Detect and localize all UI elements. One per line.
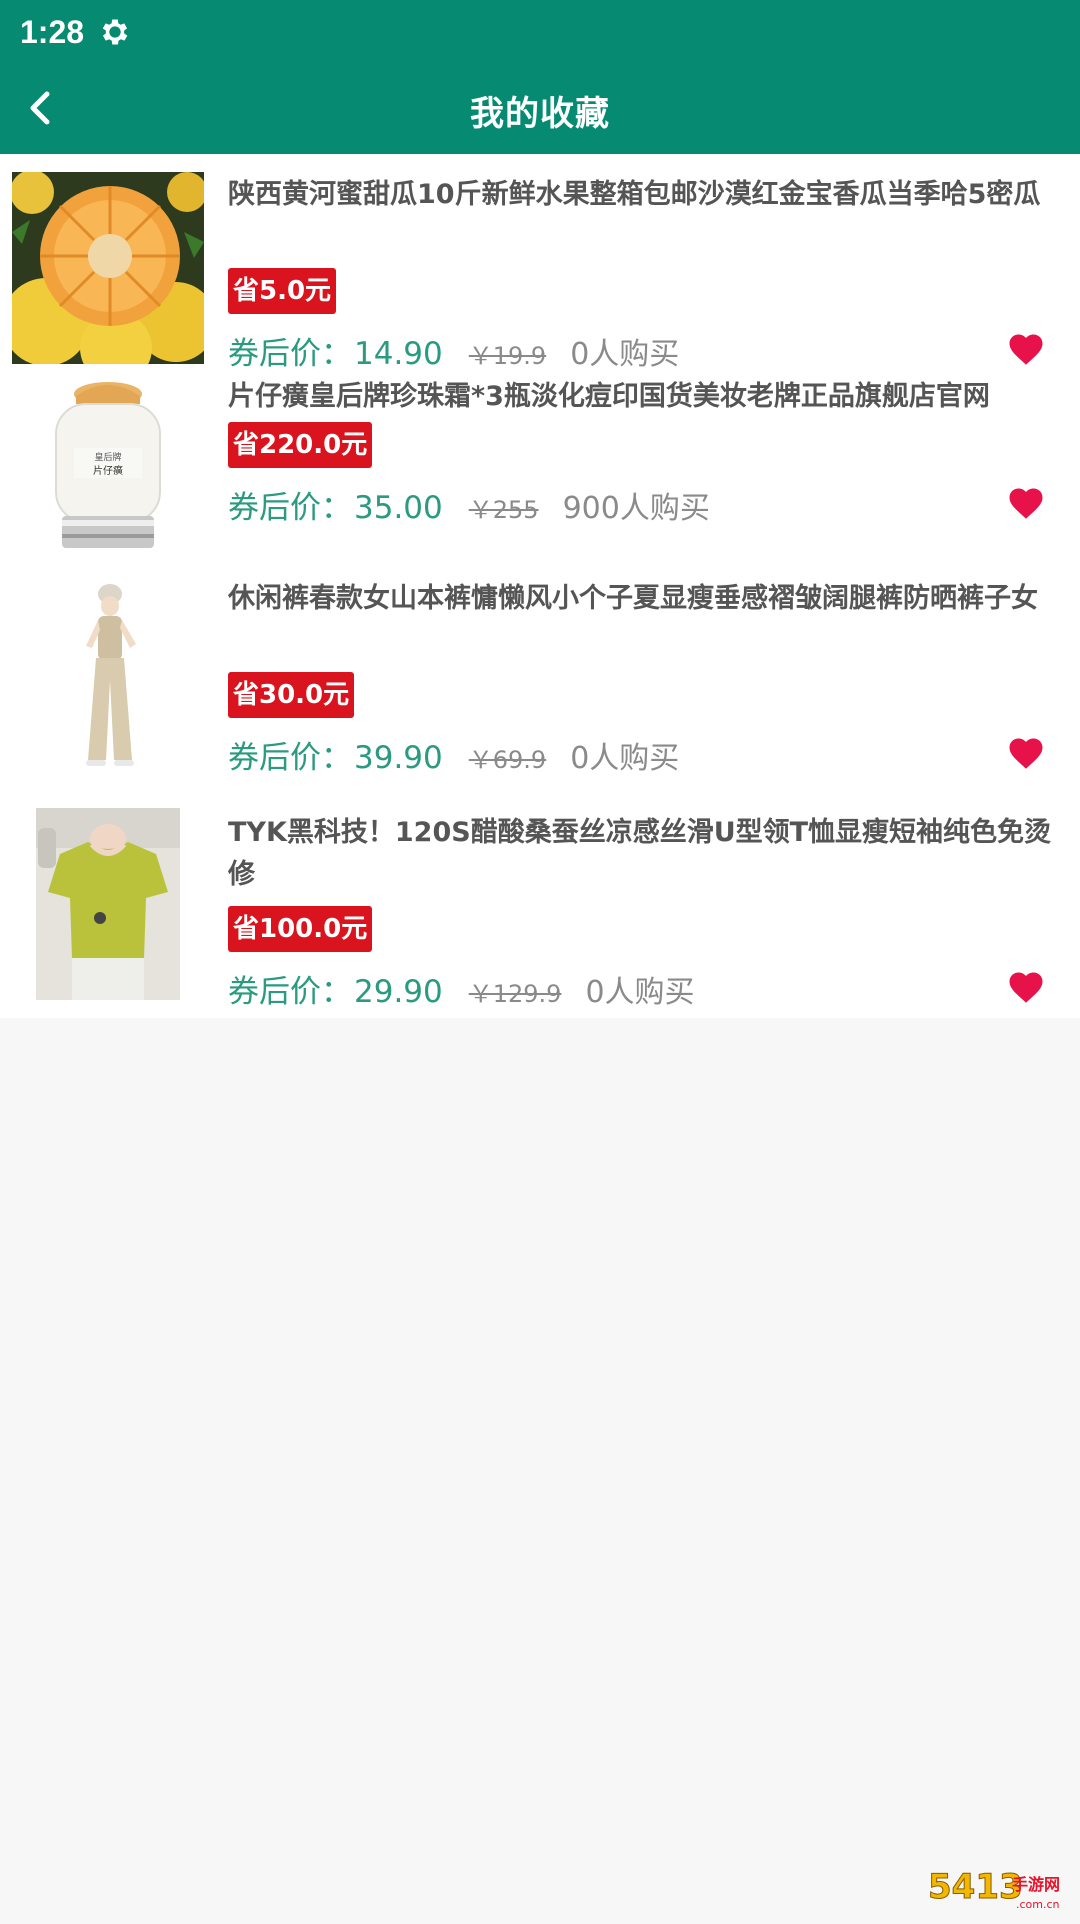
original-price: ￥69.9 (468, 746, 547, 774)
heart-icon[interactable] (1008, 736, 1044, 770)
list-item[interactable]: 休闲裤春款女山本裤慵懒风小个子夏显瘦垂感褶皱阔腿裤防晒裤子女 省30.0元 券后… (0, 558, 1080, 802)
buyers-count: 900人购买 (562, 491, 710, 526)
cream-jar-image: 皇后牌 片仔癀 (36, 378, 180, 554)
price-row: 券后价： 39.90 ￥69.9 0人购买 (228, 732, 679, 776)
item-title[interactable]: 休闲裤春款女山本裤慵懒风小个子夏显瘦垂感褶皱阔腿裤防晒裤子女 (228, 578, 1058, 620)
list-item[interactable]: 皇后牌 片仔癀 片仔癀皇后牌珍珠霜*3瓶淡化痘印国货美妆老牌正品旗舰店官网 省2… (0, 356, 1080, 558)
svg-text:手游网: 手游网 (1012, 1875, 1060, 1894)
item-title[interactable]: 陕西黄河蜜甜瓜10斤新鲜水果整箱包邮沙漠红金宝香瓜当季哈5密瓜 (228, 174, 1058, 216)
original-price: ￥255 (468, 496, 539, 524)
status-time: 1:28 (20, 13, 85, 50)
list-item[interactable]: TYK黑科技！120S醋酸桑蚕丝凉感丝滑U型领T恤显瘦短袖纯色免烫修 省100.… (0, 802, 1080, 1018)
page-title: 我的收藏 (470, 94, 610, 134)
save-badge: 省220.0元 (228, 422, 373, 468)
buyers-count: 0人购买 (585, 975, 695, 1010)
svg-text:皇后牌: 皇后牌 (94, 451, 121, 463)
app-bar: 我的收藏 (0, 64, 1080, 154)
heart-icon[interactable] (1008, 970, 1044, 1004)
tshirt-image (36, 808, 180, 1000)
item-title[interactable]: 片仔癀皇后牌珍珠霜*3瓶淡化痘印国货美妆老牌正品旗舰店官网 (228, 376, 1058, 418)
save-badge: 省100.0元 (228, 906, 373, 952)
price-value: 35.00 (354, 490, 443, 526)
save-badge: 省5.0元 (228, 268, 337, 314)
item-title[interactable]: TYK黑科技！120S醋酸桑蚕丝凉感丝滑U型领T恤显瘦短袖纯色免烫修 (228, 812, 1058, 896)
price-value: 29.90 (354, 974, 443, 1010)
price-row: 券后价： 35.00 ￥255 900人购买 (228, 482, 710, 526)
price-row: 券后价： 29.90 ￥129.9 0人购买 (228, 966, 695, 1010)
melon-image (12, 172, 204, 364)
original-price: ￥129.9 (468, 980, 562, 1008)
watermark-logo: 5413 手游网 .com.cn (926, 1862, 1076, 1920)
status-bar: 1:28 (0, 0, 1080, 64)
price-value: 39.90 (354, 740, 443, 776)
buyers-count: 0人购买 (570, 741, 680, 776)
price-label: 券后价： (228, 490, 352, 526)
list-item[interactable]: 陕西黄河蜜甜瓜10斤新鲜水果整箱包邮沙漠红金宝香瓜当季哈5密瓜 省5.0元 券后… (0, 154, 1080, 372)
save-badge: 省30.0元 (228, 672, 355, 718)
svg-text:5413: 5413 (928, 1867, 1023, 1907)
price-label: 券后价： (228, 974, 352, 1010)
heart-icon[interactable] (1008, 486, 1044, 520)
gear-icon (98, 15, 132, 49)
pants-outfit-image (40, 580, 180, 776)
favorites-list: 陕西黄河蜜甜瓜10斤新鲜水果整箱包邮沙漠红金宝香瓜当季哈5密瓜 省5.0元 券后… (0, 154, 1080, 1018)
svg-text:片仔癀: 片仔癀 (93, 464, 123, 477)
price-label: 券后价： (228, 740, 352, 776)
svg-text:.com.cn: .com.cn (1016, 1898, 1060, 1911)
